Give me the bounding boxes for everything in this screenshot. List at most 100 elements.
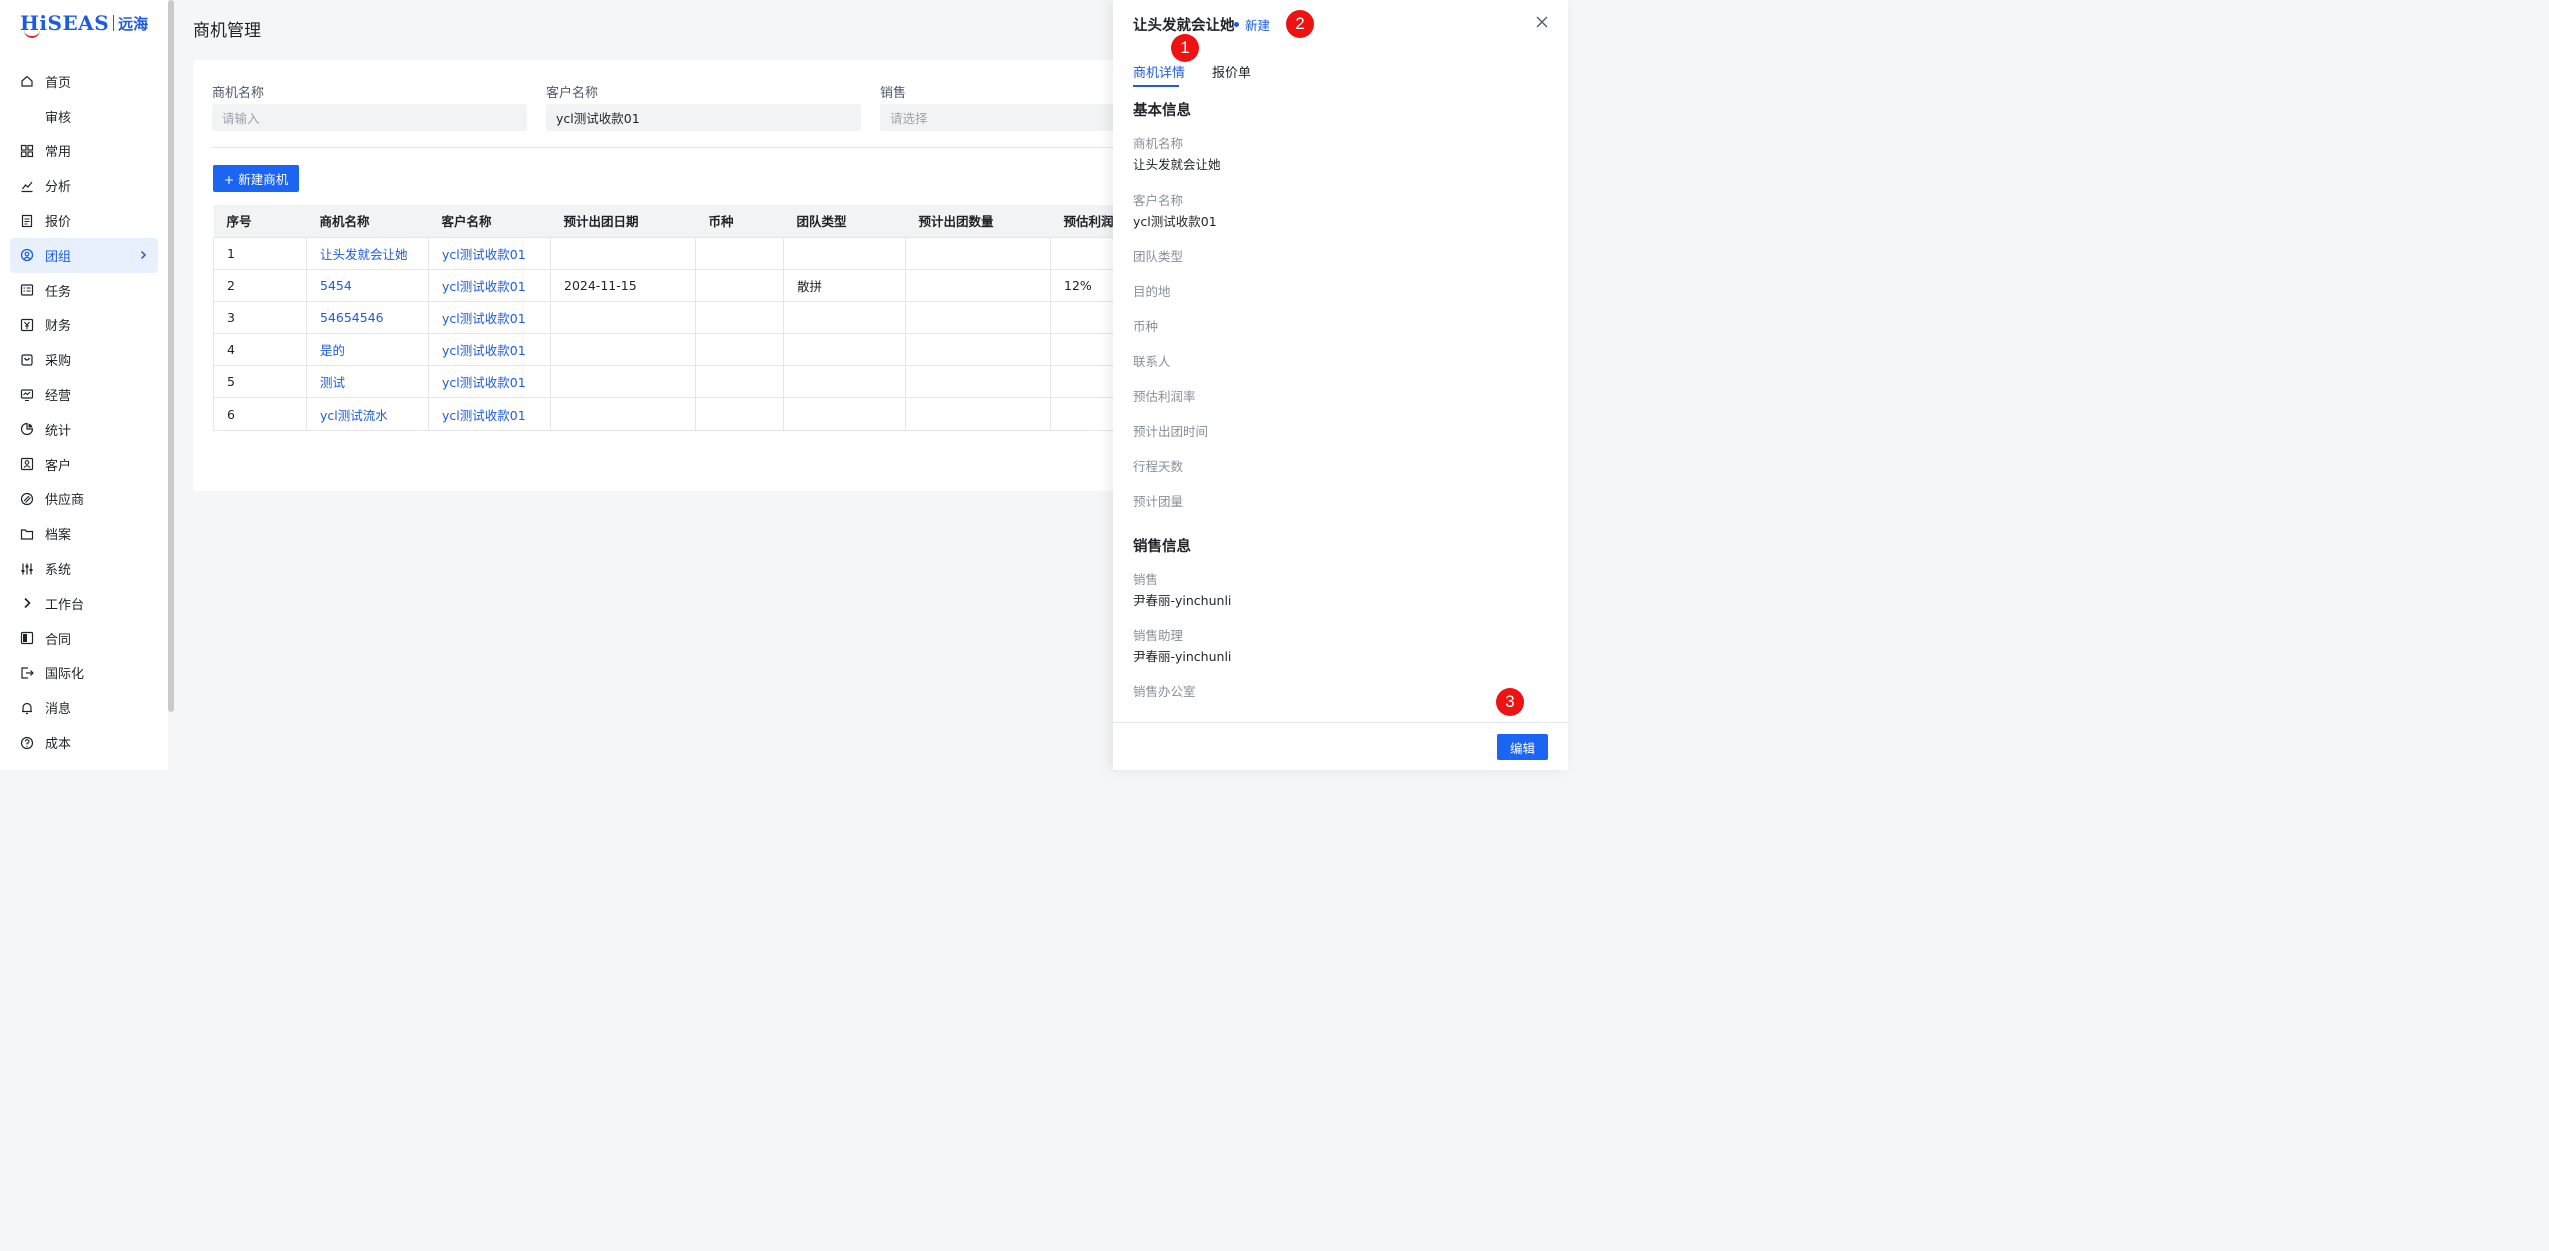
customer-name-link[interactable]: ycl测试收款01	[428, 365, 551, 399]
tab-quotation[interactable]: 报价单	[1212, 62, 1251, 81]
table-row[interactable]: 2 5454 ycl测试收款01 2024-11-15 散拼 12%	[213, 269, 1134, 302]
field-label: 团队类型	[1133, 249, 1184, 264]
opportunity-name-link[interactable]: 5454	[306, 269, 429, 302]
customer-name-link[interactable]: ycl测试收款01	[428, 269, 551, 302]
table-cell	[695, 301, 784, 335]
page-title: 商机管理	[193, 21, 261, 41]
sidebar-item-9[interactable]: 经营	[10, 377, 158, 412]
sidebar-item-label: 经营	[45, 389, 72, 405]
table-cell	[905, 333, 1051, 367]
customer-name-value: ycl测试收款01	[556, 111, 640, 126]
customer-name-input[interactable]: ycl测试收款01	[546, 104, 861, 131]
chevron-right-icon	[140, 250, 147, 260]
sidebar-item-label: 采购	[45, 354, 72, 370]
table-cell	[550, 301, 696, 335]
sidebar-item-label: 常用	[45, 145, 72, 161]
sidebar-item-label: 国际化	[45, 667, 85, 683]
sidebar-item-5[interactable]: 团组	[10, 237, 158, 273]
table-cell	[905, 301, 1051, 335]
sidebar-item-7[interactable]: 财务	[10, 308, 158, 343]
sidebar-item-8[interactable]: 采购	[10, 342, 158, 377]
opportunity-name-link[interactable]: 让头发就会让她	[306, 237, 429, 270]
sidebar-item-3[interactable]: 分析	[10, 168, 158, 203]
sidebar-item-13[interactable]: 档案	[10, 516, 158, 551]
sidebar-scrollbar[interactable]	[168, 0, 174, 712]
sidebar-item-19[interactable]: 成本	[10, 725, 158, 760]
sidebar-item-4[interactable]: 报价	[10, 203, 158, 238]
sidebar-item-12[interactable]: 供应商	[10, 482, 158, 517]
field-label: 币种	[1133, 319, 1159, 334]
opportunity-name-link[interactable]: 是的	[306, 333, 429, 367]
table-cell	[905, 365, 1051, 399]
sales-info-heading: 销售信息	[1133, 539, 1191, 555]
opportunity-name-link[interactable]: 测试	[306, 365, 429, 399]
column-header: 团队类型	[783, 205, 906, 238]
new-opportunity-button[interactable]: + 新建商机	[213, 165, 299, 192]
sidebar-item-15[interactable]: 工作台	[10, 586, 158, 621]
sidebar-item-1[interactable]: 审核	[10, 99, 158, 134]
edit-button[interactable]: 编辑	[1497, 734, 1548, 760]
table-cell	[783, 301, 906, 335]
sidebar-item-11[interactable]: 客户	[10, 447, 158, 482]
table-cell	[695, 269, 784, 302]
folder-icon	[20, 527, 34, 541]
table-row[interactable]: 6 ycl测试流水 ycl测试收款01	[213, 397, 1134, 431]
opportunity-name-link[interactable]: ycl测试流水	[306, 397, 429, 431]
table-cell	[550, 397, 696, 431]
table-cell	[695, 237, 784, 270]
sidebar-item-label: 分析	[45, 180, 72, 196]
field-label: 销售办公室	[1133, 684, 1196, 699]
opportunity-table: 序号 商机名称 客户名称 预计出团日期 币种 团队类型 预计出团数量 预估利润率 1 让头发就会…	[213, 205, 1134, 431]
sidebar-item-18[interactable]: 消息	[10, 690, 158, 725]
sidebar-item-14[interactable]: 系统	[10, 551, 158, 586]
table-cell	[783, 365, 906, 399]
sidebar-item-label: 团组	[45, 249, 72, 265]
table-row[interactable]: 3 54654546 ycl测试收款01	[213, 301, 1134, 335]
table-cell	[905, 397, 1051, 431]
drawer-title: 让头发就会让她	[1133, 18, 1235, 34]
customer-name-link[interactable]: ycl测试收款01	[428, 397, 551, 431]
sidebar-item-label: 供应商	[45, 493, 85, 509]
sidebar-item-17[interactable]: 国际化	[10, 656, 158, 691]
table-cell	[550, 365, 696, 399]
sidebar-item-2[interactable]: 常用	[10, 134, 158, 169]
sidebar-item-label: 客户	[45, 458, 72, 474]
bell-icon	[20, 701, 34, 715]
logo-text-cn: 远海	[118, 14, 149, 33]
sidebar-item-label: 消息	[45, 702, 72, 718]
opportunity-name-input[interactable]: 请输入	[212, 104, 527, 131]
tab-opportunity-detail[interactable]: 商机详情	[1133, 62, 1185, 81]
table-row[interactable]: 1 让头发就会让她 ycl测试收款01	[213, 237, 1134, 270]
sidebar-item-6[interactable]: 任务	[10, 273, 158, 308]
table-cell	[695, 365, 784, 399]
annotation-marker-3: 3	[1496, 688, 1524, 716]
sidebar-item-label: 工作台	[45, 597, 85, 613]
sales-select[interactable]: 请选择	[880, 104, 1120, 131]
sidebar-item-16[interactable]: 合同	[10, 621, 158, 656]
table-cell: 4	[213, 333, 307, 367]
opportunity-name-link[interactable]: 54654546	[306, 301, 429, 335]
table-cell	[905, 269, 1051, 302]
customer-name-link[interactable]: ycl测试收款01	[428, 333, 551, 367]
annotation-marker-2: 2	[1286, 10, 1314, 38]
column-header: 预计出团数量	[905, 205, 1051, 238]
sidebar-item-10[interactable]: 统计	[10, 412, 158, 447]
customer-icon	[20, 457, 34, 471]
customer-name-link[interactable]: ycl测试收款01	[428, 301, 551, 335]
table-cell: 1	[213, 237, 307, 270]
column-header: 序号	[213, 205, 307, 238]
sidebar-item-label: 任务	[45, 284, 72, 300]
table-cell	[783, 333, 906, 367]
sidebar-item-0[interactable]: 首页	[10, 64, 158, 99]
table-cell	[695, 397, 784, 431]
customer-name-link[interactable]: ycl测试收款01	[428, 237, 551, 270]
sidebar-item-label: 合同	[45, 632, 72, 648]
empty-icon-slot	[20, 109, 34, 123]
field-value: 尹春丽-yinchunli	[1133, 649, 1232, 664]
table-row[interactable]: 4 是的 ycl测试收款01	[213, 333, 1134, 367]
close-icon[interactable]	[1536, 16, 1548, 28]
sidebar: HiSEAS 远海 首页 审核 常用 分析 报价 团组 任务 财务 采购 经营 统计 客户 供应商 档案系…	[0, 0, 168, 770]
table-row[interactable]: 5 测试 ycl测试收款01	[213, 365, 1134, 399]
sidebar-item-label: 财务	[45, 319, 72, 335]
sidebar-item-label: 统计	[45, 423, 72, 439]
